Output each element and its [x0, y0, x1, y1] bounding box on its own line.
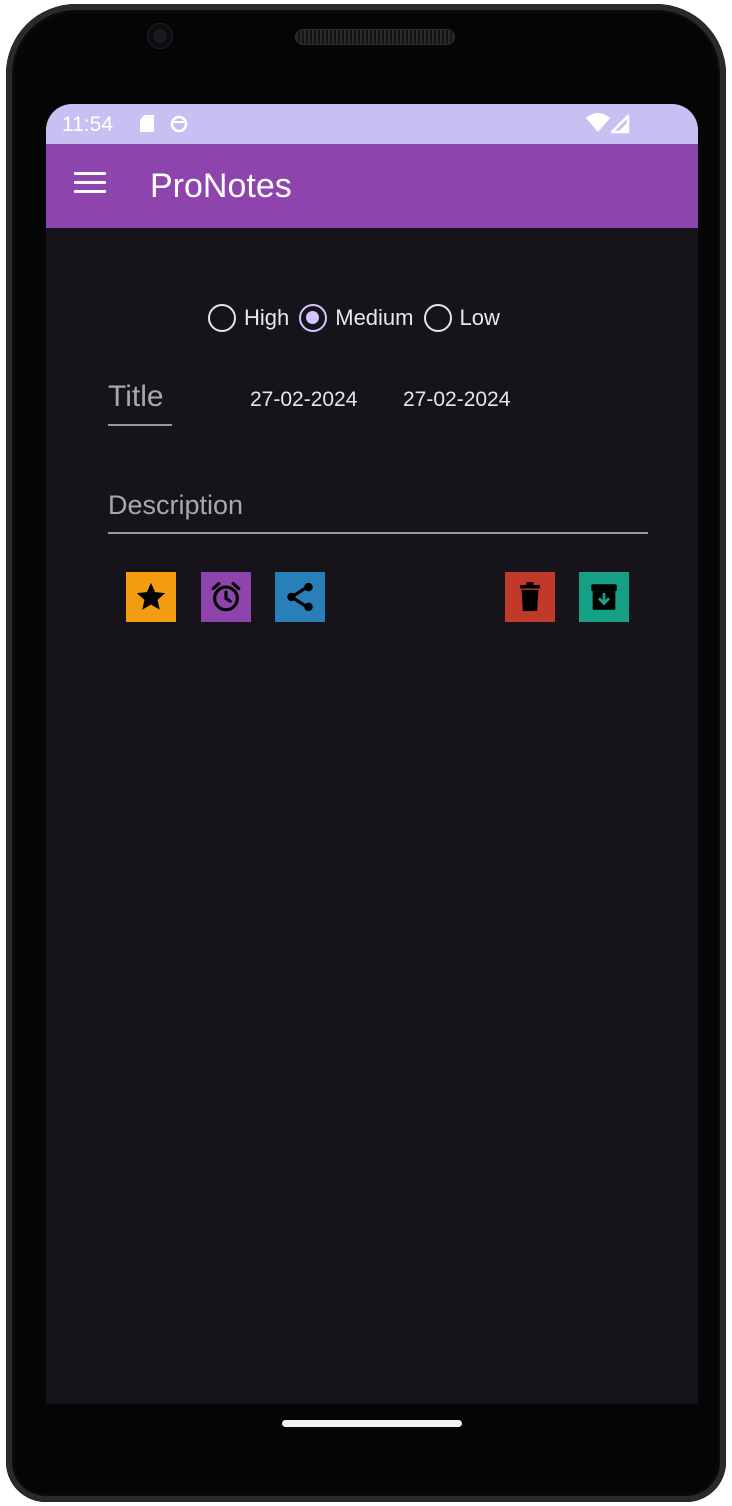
title-placeholder: Title [108, 380, 164, 413]
priority-radio-group: High Medium Low [208, 300, 510, 336]
priority-option-high[interactable]: High [208, 304, 289, 332]
star-icon [136, 582, 166, 610]
description-placeholder: Description [108, 490, 244, 520]
app-bar: ProNotes [46, 144, 698, 228]
priority-option-low[interactable]: Low [423, 304, 500, 332]
title-underline [108, 424, 172, 426]
start-date[interactable]: 27-02-2024 [250, 388, 357, 412]
sync-icon [170, 115, 188, 133]
archive-button[interactable] [579, 572, 629, 622]
status-time: 11:54 [62, 113, 113, 136]
radio-unchecked-icon[interactable] [423, 304, 452, 332]
priority-option-medium[interactable]: Medium [299, 304, 414, 332]
app-title: ProNotes [150, 167, 292, 205]
wifi-icon [586, 113, 610, 132]
priority-label-high: High [244, 305, 290, 330]
priority-label-medium: Medium [335, 305, 414, 330]
title-input[interactable]: Title [108, 380, 172, 426]
sd-card-icon [140, 115, 154, 132]
signal-icon [610, 114, 630, 134]
archive-icon [591, 584, 617, 610]
share-button[interactable] [275, 572, 325, 622]
description-underline [108, 532, 648, 534]
phone-frame: 11:54 ProNotes High Medium Low Title 27-… [6, 4, 726, 1502]
menu-icon[interactable] [74, 172, 106, 196]
earpiece-speaker [296, 30, 454, 44]
front-camera [148, 24, 172, 48]
radio-unchecked-icon[interactable] [208, 304, 236, 332]
alarm-clock-icon [211, 581, 241, 612]
end-date[interactable]: 27-02-2024 [403, 388, 510, 412]
home-indicator[interactable] [282, 1420, 462, 1427]
share-icon [287, 582, 313, 612]
delete-button[interactable] [505, 572, 555, 622]
app-screen: 11:54 ProNotes High Medium Low Title 27-… [46, 104, 698, 1404]
radio-checked-icon[interactable] [299, 304, 328, 332]
status-bar: 11:54 [46, 104, 698, 144]
favorite-button[interactable] [126, 572, 176, 622]
reminder-button[interactable] [201, 572, 251, 622]
priority-label-low: Low [459, 305, 500, 330]
description-input[interactable]: Description [108, 490, 648, 536]
trash-icon [520, 582, 540, 612]
